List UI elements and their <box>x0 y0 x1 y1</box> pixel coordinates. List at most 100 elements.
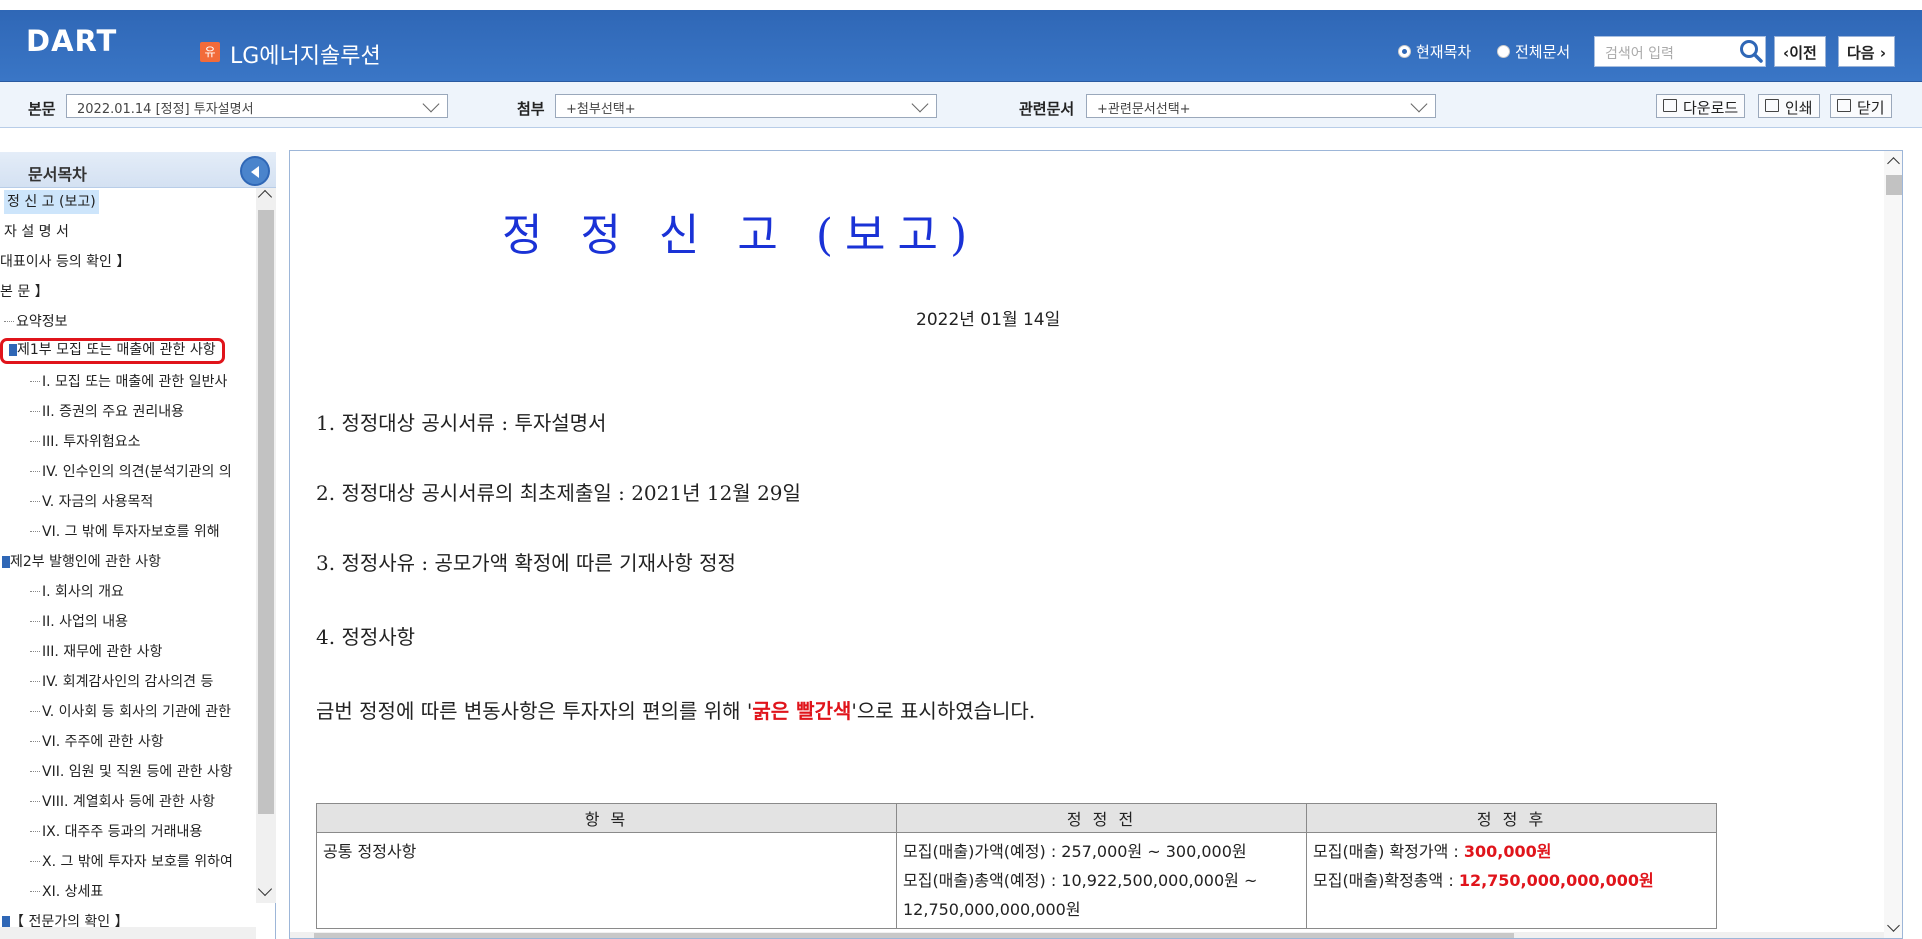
tree-connector <box>30 411 40 412</box>
print-button[interactable]: 인쇄 <box>1758 94 1820 118</box>
toc-item-p2-9[interactable]: IX. 대주주 등과의 거래내용 <box>30 820 202 844</box>
notice-paragraph: 금번 정정에 따른 변동사항은 투자자의 편의를 위해 '굵은 빨간색'으로 표… <box>316 693 1106 730</box>
toc-item-p2-4[interactable]: IV. 회계감사인의 감사의견 등 <box>30 670 213 694</box>
toc-item-p1-3[interactable]: III. 투자위험요소 <box>30 430 141 454</box>
tree-connector <box>30 681 40 682</box>
toc-item-label: XI. 상세표 <box>42 884 104 900</box>
toc-item-label: VI. 주주에 관한 사항 <box>42 734 164 750</box>
after-total-label: 모집(매출)확정총액 : <box>1313 871 1459 890</box>
attach-label: 첨부 <box>517 100 545 118</box>
after-price-label: 모집(매출) 확정가액 : <box>1313 842 1464 861</box>
tree-connector <box>30 591 40 592</box>
notice-highlight: 굵은 빨간색 <box>752 699 852 723</box>
chevron-down-icon <box>422 95 440 113</box>
dart-logo[interactable]: DART <box>26 24 117 58</box>
toc-scrollbar[interactable] <box>256 188 276 903</box>
toc-item-p2-2[interactable]: II. 사업의 내용 <box>30 610 128 634</box>
toc-item-p1-5[interactable]: V. 자금의 사용목적 <box>30 490 153 514</box>
radio-current-toc[interactable]: 현재목차 <box>1398 41 1471 62</box>
tree-connector <box>30 831 40 832</box>
main-doc-select[interactable]: 2022.01.14 [정정] 투자설명서 <box>66 94 448 118</box>
main-doc-label: 본문 <box>28 100 56 118</box>
toc-item-p1-6[interactable]: VI. 그 밖에 투자자보호를 위해 <box>30 520 220 544</box>
toc-item-ceo-confirmation[interactable]: 대표이사 등의 확인 】 <box>0 250 130 274</box>
collapse-sidebar-icon[interactable] <box>240 156 270 186</box>
toc-title: 문서목차 <box>28 165 87 184</box>
scroll-up-icon[interactable] <box>1887 157 1900 170</box>
tree-connector <box>30 711 40 712</box>
download-button[interactable]: 다운로드 <box>1656 94 1746 118</box>
toc-item-prospectus[interactable]: 자 설 명 서 <box>4 220 69 244</box>
document-horizontal-scrollbar[interactable] <box>290 932 1884 938</box>
attach-select[interactable]: +첨부선택+ <box>555 94 937 118</box>
search-icon[interactable] <box>1738 38 1764 64</box>
toc-tree: 정 신 고 (보고) 자 설 명 서 대표이사 등의 확인 】 본 문 】 요약… <box>0 188 256 939</box>
tree-connector <box>30 651 40 652</box>
toc-item-p2-10[interactable]: X. 그 밖에 투자자 보호를 위하여 <box>30 850 233 874</box>
toc-item-p2-3[interactable]: III. 재무에 관한 사항 <box>30 640 162 664</box>
tree-connector <box>30 771 40 772</box>
table-cell-item: 공통 정정사항 <box>316 832 897 929</box>
correction-table: 항 목 정 정 전 정 정 후 공통 정정사항 모집(매출)가액(예정) : 2… <box>316 803 1717 929</box>
toc-item-summary[interactable]: 요약정보 <box>4 310 68 334</box>
item-first-submission: 2. 정정대상 공시서류의 최초제출일 : 2021년 12월 29일 <box>316 481 801 505</box>
toc-item-label: I. 모집 또는 매출에 관한 일반사 <box>42 374 228 390</box>
document-scroll-thumb[interactable] <box>1886 175 1902 195</box>
toc-item-label: VIII. 계열회사 등에 관한 사항 <box>42 794 216 810</box>
after-total-value: 12,750,000,000,000원 <box>1458 871 1654 890</box>
toc-item-p2-11[interactable]: XI. 상세표 <box>30 880 103 904</box>
item-correction-reason: 3. 정정사유 : 공모가액 확정에 따른 기재사항 정정 <box>316 551 736 575</box>
monitor-icon <box>1663 99 1677 112</box>
toc-item-correction-report[interactable]: 정 신 고 (보고) <box>4 190 99 214</box>
toc-item-p2-6[interactable]: VI. 주주에 관한 사항 <box>30 730 164 754</box>
related-select[interactable]: +관련문서선택+ <box>1086 94 1436 118</box>
prev-button[interactable]: ‹이전 <box>1774 36 1826 67</box>
company-name: LG에너지솔루션 <box>230 44 381 69</box>
toc-item-p2-1[interactable]: I. 회사의 개요 <box>30 580 124 604</box>
radio-current-label: 현재목차 <box>1416 43 1472 61</box>
scroll-up-icon[interactable] <box>257 189 273 205</box>
document-scrollbar[interactable] <box>1884 151 1902 938</box>
folder-icon <box>2 556 10 568</box>
table-header: 정 정 전 <box>896 803 1307 833</box>
next-button[interactable]: 다음 › <box>1838 36 1896 67</box>
close-button[interactable]: 닫기 <box>1830 94 1892 118</box>
toc-item-p2-8[interactable]: VIII. 계열회사 등에 관한 사항 <box>30 790 215 814</box>
tree-connector <box>30 741 40 742</box>
table-header: 정 정 후 <box>1306 803 1717 833</box>
toc-item-p2-5[interactable]: V. 이사회 등 회사의 기관에 관한 <box>30 700 231 724</box>
table-header-row: 항 목 정 정 전 정 정 후 <box>316 803 1717 833</box>
notice-text: '으로 표시하였습니다. <box>851 699 1036 723</box>
tree-connector <box>30 471 40 472</box>
toc-header: 문서목차 <box>0 152 276 188</box>
toc-horizontal-scrollbar[interactable] <box>0 927 256 939</box>
radio-all-docs[interactable]: 전체문서 <box>1497 41 1570 62</box>
toc-item-p2-7[interactable]: VII. 임원 및 직원 등에 관한 사항 <box>30 760 233 784</box>
chevron-down-icon <box>911 95 929 113</box>
toc-item-part1[interactable]: 제1부 모집 또는 매출에 관한 사항 <box>0 338 225 364</box>
related-value: +관련문서선택+ <box>1097 102 1191 117</box>
next-label: 다음 <box>1847 44 1875 62</box>
toc-item-p1-2[interactable]: II. 증권의 주요 권리내용 <box>30 400 184 424</box>
toc-sidebar: 문서목차 정 신 고 (보고) 자 설 명 서 대표이사 등의 확인 】 본 문… <box>0 152 276 939</box>
toc-item-label: IX. 대주주 등과의 거래내용 <box>42 824 203 840</box>
after-total: 모집(매출)확정총액 : 12,750,000,000,000원 <box>1313 866 1710 895</box>
toc-item-part2[interactable]: 제2부 발행인에 관한 사항 <box>2 550 161 574</box>
document-viewer: 정 정 신 고 (보고) 2022년 01월 14일 1. 정정대상 공시서류 … <box>289 150 1903 939</box>
toc-item-main-body[interactable]: 본 문 】 <box>0 280 49 304</box>
item-correction-details: 4. 정정사항 <box>316 625 416 649</box>
toc-scroll-thumb[interactable] <box>258 210 274 814</box>
attach-value: +첨부선택+ <box>566 102 636 117</box>
after-price-value: 300,000원 <box>1463 842 1552 861</box>
scroll-down-icon[interactable] <box>1887 919 1900 932</box>
toc-item-p1-1[interactable]: I. 모집 또는 매출에 관한 일반사 <box>30 370 227 394</box>
tree-connector <box>4 321 14 322</box>
close-label: 닫기 <box>1857 99 1885 117</box>
scroll-down-icon[interactable] <box>257 881 273 897</box>
before-price: 모집(매출)가액(예정) : 257,000원 ~ 300,000원 <box>903 842 1247 861</box>
header: DART 유 LG에너지솔루션 현재목차 전체문서 검색어 입력 ‹이전 다음 … <box>0 0 1922 82</box>
radio-all-dot[interactable] <box>1497 45 1510 58</box>
radio-current-dot[interactable] <box>1398 45 1411 58</box>
toc-item-p1-4[interactable]: IV. 인수인의 의견(분석기관의 의 <box>30 460 232 484</box>
document-hscroll-thumb[interactable] <box>314 933 1514 938</box>
